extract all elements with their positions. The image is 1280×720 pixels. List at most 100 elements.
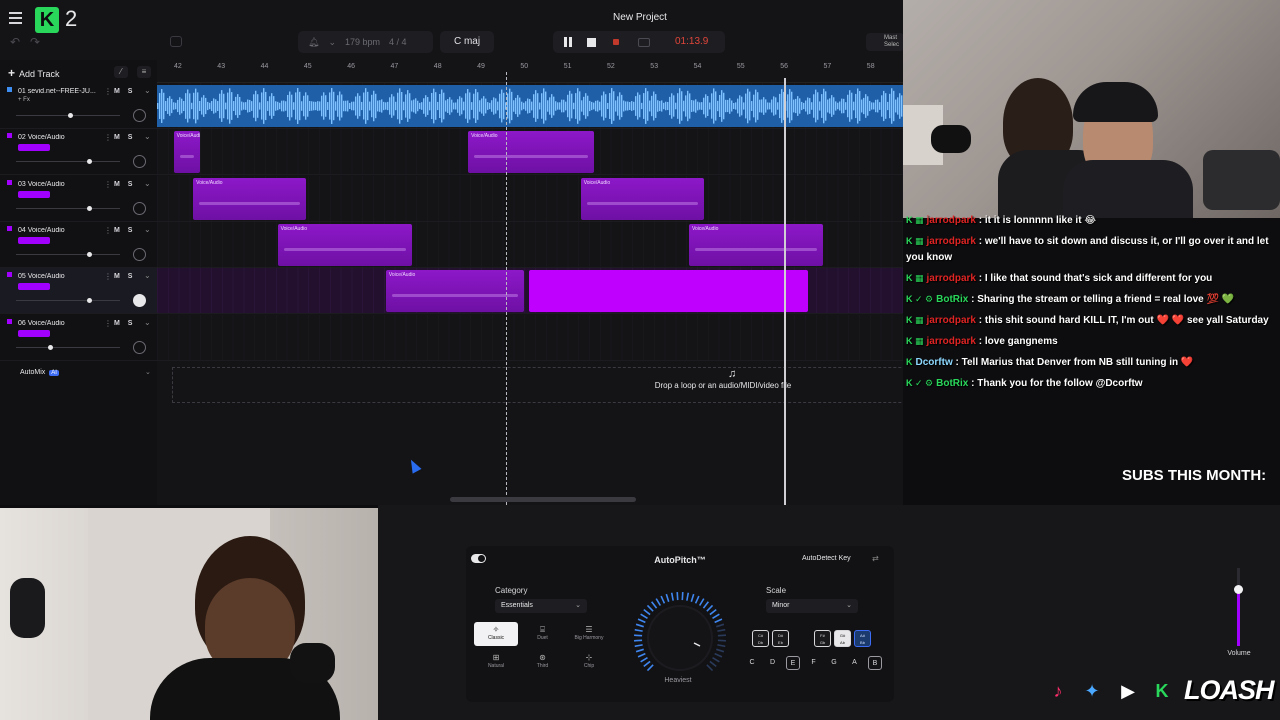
track-header[interactable]: 06 Voice/Audio ⋮ M S ⌄ (0, 315, 157, 361)
edit-cursor[interactable] (784, 78, 786, 505)
voice-clip[interactable]: Voice/Audio (173, 131, 200, 174)
pan-knob[interactable] (133, 109, 146, 122)
volume-slider[interactable] (1234, 568, 1243, 646)
voice-clip[interactable]: Voice/Audio (468, 131, 594, 174)
track-lane[interactable]: Voice/Audio Voice/Audio (157, 129, 903, 176)
track-header[interactable]: 01 sevid.net--FREE-JU... + Fx ⋮ M S ⌄ (0, 83, 157, 129)
pan-knob[interactable] (133, 294, 146, 308)
track-volume-slider[interactable] (16, 344, 120, 350)
mute-solo-buttons[interactable]: M S (114, 134, 135, 141)
track-volume-slider[interactable] (16, 298, 120, 304)
natural-note-key[interactable]: E (786, 656, 800, 670)
more-icon[interactable]: ⋮ (104, 226, 112, 235)
track-lane[interactable] (157, 83, 903, 129)
track-lane[interactable]: Voice/Audio Voice/Audio (157, 221, 903, 268)
track-volume-slider[interactable] (16, 205, 120, 211)
chevron-down-icon[interactable]: ⌄ (328, 37, 336, 47)
voice-clip[interactable] (528, 270, 808, 313)
preset-button[interactable]: ⊛ Third (521, 650, 565, 674)
track-volume-slider[interactable] (16, 113, 120, 118)
track-volume-slider[interactable] (16, 159, 120, 165)
pan-knob[interactable] (133, 340, 146, 354)
add-track-button[interactable]: + Add Track (8, 66, 60, 80)
voice-clip[interactable]: Voice/Audio (277, 223, 412, 266)
loop-icon[interactable] (638, 38, 650, 47)
track-header[interactable]: 04 Voice/Audio ⋮ M S ⌄ (0, 222, 157, 268)
time-signature[interactable]: 4 / 4 (389, 37, 407, 47)
track-name[interactable]: 02 Voice/Audio (18, 134, 103, 141)
scale-dropdown[interactable]: Minor ⌄ (766, 599, 858, 613)
slider-thumb[interactable] (86, 159, 92, 165)
mute-solo-buttons[interactable]: M S (114, 88, 135, 95)
chevron-down-icon[interactable]: ⌄ (144, 132, 151, 141)
slider-thumb[interactable] (68, 113, 73, 118)
preset-button[interactable]: ⊹ Chip (567, 650, 611, 674)
more-icon[interactable]: ⋮ (104, 319, 112, 328)
preset-button[interactable]: ⊞ Natural (474, 650, 518, 674)
chevron-down-icon[interactable]: ⌄ (145, 368, 151, 376)
bpm-value[interactable]: 179 bpm (345, 37, 380, 47)
wand-icon[interactable]: ⁄ (114, 66, 128, 78)
automix-row[interactable]: AutoMix AI ⌄ (0, 366, 157, 382)
mute-solo-buttons[interactable]: M S (114, 181, 135, 188)
track-lane[interactable] (157, 314, 903, 361)
natural-note-key[interactable]: G (827, 656, 841, 670)
master-button[interactable]: Mast Selec (866, 33, 904, 51)
sharp-note-key[interactable]: A# Bb (854, 630, 871, 647)
track-name[interactable]: 05 Voice/Audio (18, 273, 103, 280)
add-fx-button[interactable]: + Fx (18, 97, 30, 103)
more-icon[interactable]: ⋮ (104, 133, 112, 142)
slider-thumb[interactable] (86, 251, 92, 257)
natural-note-key[interactable]: C (745, 656, 759, 670)
track-name[interactable]: 06 Voice/Audio (18, 320, 103, 327)
pan-knob[interactable] (133, 247, 146, 261)
chevron-down-icon[interactable]: ⌄ (144, 271, 151, 280)
chevron-down-icon[interactable]: ⌄ (144, 179, 151, 188)
menu-icon[interactable] (9, 12, 22, 24)
mute-solo-buttons[interactable]: M S (114, 320, 135, 327)
natural-note-key[interactable]: F (807, 656, 821, 670)
preset-button[interactable]: ☰ Big Harmony (567, 622, 611, 646)
track-name[interactable]: 03 Voice/Audio (18, 181, 103, 188)
category-dropdown[interactable]: Essentials ⌄ (495, 599, 587, 613)
voice-clip[interactable]: Voice/Audio (385, 270, 525, 313)
sharp-note-key[interactable]: D# Eb (772, 630, 789, 647)
pan-knob[interactable] (133, 201, 146, 215)
more-icon[interactable]: ⋮ (104, 272, 112, 281)
amount-knob[interactable] (632, 590, 728, 686)
pause-icon[interactable] (562, 36, 574, 48)
natural-note-key[interactable]: A (848, 656, 862, 670)
chevron-down-icon[interactable]: ⌄ (144, 225, 151, 234)
sharp-note-key[interactable]: F# Gb (814, 630, 831, 647)
track-header[interactable]: 02 Voice/Audio ⋮ M S ⌄ (0, 129, 157, 176)
record-icon[interactable] (613, 39, 619, 45)
track-lane[interactable]: Voice/Audio (157, 268, 903, 315)
mute-solo-buttons[interactable]: M S (114, 273, 135, 280)
power-toggle[interactable] (471, 554, 486, 563)
tempo-control[interactable]: 🔔︎ ⌄ 179 bpm 4 / 4 (298, 31, 433, 53)
voice-clip[interactable]: Voice/Audio (688, 223, 824, 266)
undo-redo-icons[interactable]: ↶↷ (10, 35, 50, 49)
pan-knob[interactable] (133, 155, 146, 169)
settings-icon[interactable]: ⇄ (872, 554, 879, 563)
chevron-down-icon[interactable]: ⌄ (144, 86, 151, 95)
project-title[interactable]: New Project (580, 12, 700, 23)
voice-clip[interactable]: Voice/Audio (193, 177, 306, 220)
sharp-note-key[interactable]: C# Db (752, 630, 769, 647)
track-name[interactable]: 04 Voice/Audio (18, 227, 103, 234)
natural-note-key[interactable]: B (868, 656, 882, 670)
bar-ruler[interactable]: 42 43 44 45 46 47 48 49 50 51 52 53 54 55 56 57 58 (157, 60, 903, 83)
horizontal-scrollbar[interactable] (450, 497, 636, 502)
slider-thumb[interactable] (86, 205, 92, 211)
slider-thumb[interactable] (86, 298, 92, 304)
track-header[interactable]: 05 Voice/Audio ⋮ M S ⌄ (0, 268, 157, 315)
playhead[interactable] (506, 72, 507, 505)
more-icon[interactable]: ⋮ (104, 87, 112, 96)
arrangement-timeline[interactable]: 42 43 44 45 46 47 48 49 50 51 52 53 54 55 56 57 58 Voice… (157, 60, 903, 505)
sharp-note-key[interactable]: G# Ab (834, 630, 851, 647)
natural-note-key[interactable]: D (766, 656, 780, 670)
more-icon[interactable]: ⋮ (104, 180, 112, 189)
preset-button[interactable]: ✧ Classic (474, 622, 518, 646)
mute-solo-buttons[interactable]: M S (114, 227, 135, 234)
chevron-down-icon[interactable]: ⌄ (144, 318, 151, 327)
